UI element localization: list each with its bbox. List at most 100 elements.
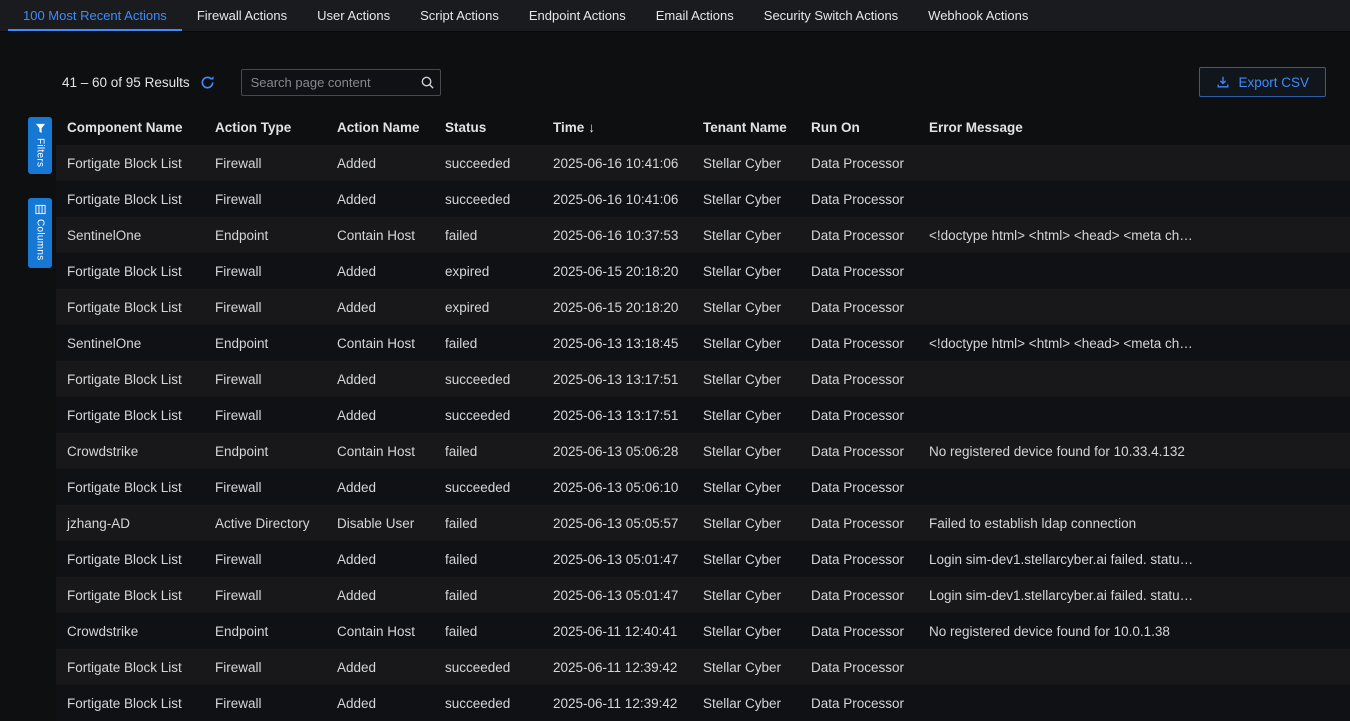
cell-component-name: Fortigate Block List <box>56 588 215 603</box>
table-row[interactable]: jzhang-ADActive DirectoryDisable Userfai… <box>56 505 1350 541</box>
cell-action-type: Firewall <box>215 480 337 495</box>
cell-error-message: No registered device found for 10.33.4.1… <box>929 444 1350 459</box>
cell-action-type: Firewall <box>215 696 337 711</box>
cell-time: 2025-06-13 05:06:10 <box>553 480 703 495</box>
cell-action-type: Firewall <box>215 156 337 171</box>
table-row[interactable]: Fortigate Block ListFirewallAddedsucceed… <box>56 145 1350 181</box>
cell-run-on: Data Processor <box>811 372 929 387</box>
cell-error-message: No registered device found for 10.0.1.38 <box>929 624 1350 639</box>
column-header-status[interactable]: Status <box>445 120 553 135</box>
column-header-action-name[interactable]: Action Name <box>337 120 445 135</box>
cell-tenant-name: Stellar Cyber <box>703 624 811 639</box>
tab-webhook-actions[interactable]: Webhook Actions <box>913 0 1043 31</box>
side-rail: Filters Columns <box>28 117 52 268</box>
search-input[interactable] <box>241 69 441 96</box>
cell-tenant-name: Stellar Cyber <box>703 156 811 171</box>
cell-time: 2025-06-13 13:18:45 <box>553 336 703 351</box>
actions-table: Component NameAction TypeAction NameStat… <box>56 109 1350 721</box>
cell-action-type: Firewall <box>215 264 337 279</box>
column-header-time[interactable]: Time↓ <box>553 120 703 135</box>
toolbar: 41 – 60 of 95 Results Export CSV <box>62 67 1326 97</box>
cell-run-on: Data Processor <box>811 264 929 279</box>
cell-run-on: Data Processor <box>811 552 929 567</box>
cell-status: failed <box>445 552 553 567</box>
filters-panel-button[interactable]: Filters <box>28 117 52 174</box>
column-header-error-message[interactable]: Error Message <box>929 120 1350 135</box>
cell-action-name: Added <box>337 192 445 207</box>
cell-status: succeeded <box>445 408 553 423</box>
cell-tenant-name: Stellar Cyber <box>703 372 811 387</box>
table-row[interactable]: Fortigate Block ListFirewallAddedsucceed… <box>56 685 1350 721</box>
cell-component-name: Fortigate Block List <box>56 300 215 315</box>
cell-run-on: Data Processor <box>811 156 929 171</box>
cell-time: 2025-06-16 10:41:06 <box>553 156 703 171</box>
tab-user-actions[interactable]: User Actions <box>302 0 405 31</box>
table-row[interactable]: Fortigate Block ListFirewallAddedfailed2… <box>56 541 1350 577</box>
column-header-tenant-name[interactable]: Tenant Name <box>703 120 811 135</box>
cell-error-message: <!doctype html> <html> <head> <meta ch… <box>929 336 1350 351</box>
cell-status: failed <box>445 624 553 639</box>
cell-time: 2025-06-11 12:40:41 <box>553 624 703 639</box>
cell-status: failed <box>445 444 553 459</box>
columns-label: Columns <box>35 219 46 261</box>
cell-action-name: Added <box>337 408 445 423</box>
cell-status: succeeded <box>445 156 553 171</box>
export-csv-button[interactable]: Export CSV <box>1199 67 1326 97</box>
table-row[interactable]: Fortigate Block ListFirewallAddedfailed2… <box>56 577 1350 613</box>
cell-time: 2025-06-13 05:05:57 <box>553 516 703 531</box>
cell-error-message: Login sim-dev1.stellarcyber.ai failed. s… <box>929 588 1350 603</box>
tab-email-actions[interactable]: Email Actions <box>641 0 749 31</box>
cell-run-on: Data Processor <box>811 516 929 531</box>
export-csv-label: Export CSV <box>1238 75 1309 90</box>
cell-component-name: SentinelOne <box>56 228 215 243</box>
cell-time: 2025-06-13 05:06:28 <box>553 444 703 459</box>
tab-100-most-recent-actions[interactable]: 100 Most Recent Actions <box>8 0 182 31</box>
table-row[interactable]: CrowdstrikeEndpointContain Hostfailed202… <box>56 433 1350 469</box>
table-row[interactable]: Fortigate Block ListFirewallAddedsucceed… <box>56 397 1350 433</box>
search-icon[interactable] <box>420 75 435 90</box>
cell-action-name: Added <box>337 372 445 387</box>
table-row[interactable]: Fortigate Block ListFirewallAddedexpired… <box>56 253 1350 289</box>
columns-panel-button[interactable]: Columns <box>28 198 52 268</box>
cell-tenant-name: Stellar Cyber <box>703 696 811 711</box>
tab-script-actions[interactable]: Script Actions <box>405 0 514 31</box>
cell-action-type: Firewall <box>215 660 337 675</box>
column-header-run-on[interactable]: Run On <box>811 120 929 135</box>
cell-tenant-name: Stellar Cyber <box>703 408 811 423</box>
cell-time: 2025-06-13 05:01:47 <box>553 552 703 567</box>
tab-endpoint-actions[interactable]: Endpoint Actions <box>514 0 641 31</box>
tab-security-switch-actions[interactable]: Security Switch Actions <box>749 0 913 31</box>
table-row[interactable]: Fortigate Block ListFirewallAddedsucceed… <box>56 181 1350 217</box>
search-box <box>241 69 441 96</box>
cell-tenant-name: Stellar Cyber <box>703 480 811 495</box>
column-header-action-type[interactable]: Action Type <box>215 120 337 135</box>
cell-component-name: Fortigate Block List <box>56 192 215 207</box>
table-row[interactable]: CrowdstrikeEndpointContain Hostfailed202… <box>56 613 1350 649</box>
cell-run-on: Data Processor <box>811 300 929 315</box>
table-row[interactable]: SentinelOneEndpointContain Hostfailed202… <box>56 217 1350 253</box>
cell-error-message: <!doctype html> <html> <head> <meta ch… <box>929 228 1350 243</box>
cell-action-name: Added <box>337 480 445 495</box>
cell-time: 2025-06-16 10:37:53 <box>553 228 703 243</box>
cell-run-on: Data Processor <box>811 336 929 351</box>
tab-firewall-actions[interactable]: Firewall Actions <box>182 0 302 31</box>
table-row[interactable]: Fortigate Block ListFirewallAddedexpired… <box>56 289 1350 325</box>
cell-action-name: Added <box>337 300 445 315</box>
cell-status: succeeded <box>445 660 553 675</box>
cell-error-message: Failed to establish ldap connection <box>929 516 1350 531</box>
column-header-component-name[interactable]: Component Name <box>56 120 215 135</box>
cell-action-type: Endpoint <box>215 336 337 351</box>
cell-component-name: Fortigate Block List <box>56 408 215 423</box>
cell-status: succeeded <box>445 480 553 495</box>
cell-component-name: Fortigate Block List <box>56 552 215 567</box>
cell-error-message: Login sim-dev1.stellarcyber.ai failed. s… <box>929 552 1350 567</box>
cell-status: failed <box>445 228 553 243</box>
table-row[interactable]: SentinelOneEndpointContain Hostfailed202… <box>56 325 1350 361</box>
table-row[interactable]: Fortigate Block ListFirewallAddedsucceed… <box>56 361 1350 397</box>
cell-action-type: Endpoint <box>215 624 337 639</box>
table-row[interactable]: Fortigate Block ListFirewallAddedsucceed… <box>56 649 1350 685</box>
cell-component-name: Fortigate Block List <box>56 264 215 279</box>
table-row[interactable]: Fortigate Block ListFirewallAddedsucceed… <box>56 469 1350 505</box>
cell-status: failed <box>445 588 553 603</box>
refresh-button[interactable] <box>200 75 215 90</box>
